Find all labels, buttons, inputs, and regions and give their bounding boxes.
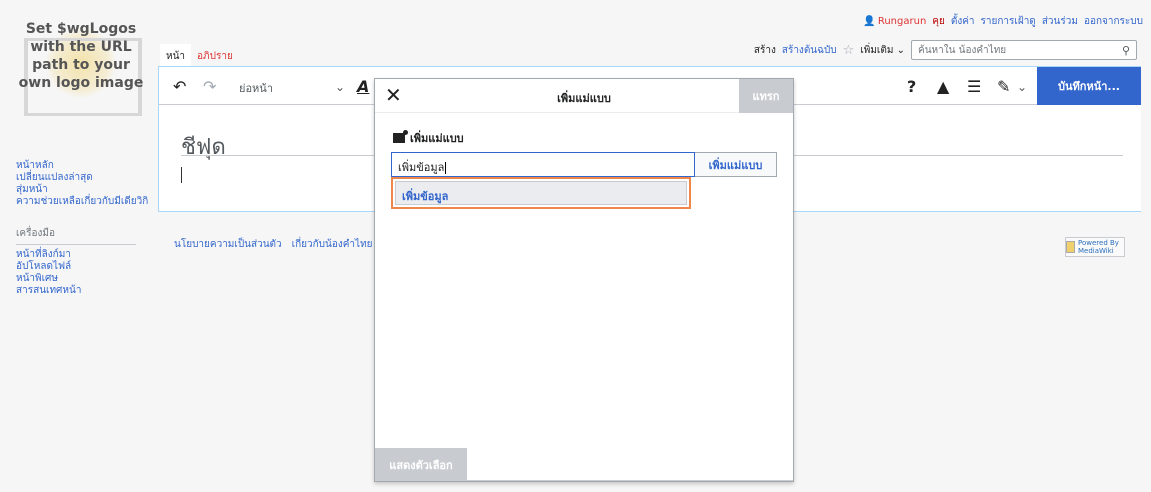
- page-title[interactable]: ชีฟุด: [181, 129, 226, 164]
- mediawiki-logo-icon: [1066, 241, 1075, 253]
- tab-create-source[interactable]: สร้างต้นฉบับ: [782, 43, 837, 58]
- search-icon[interactable]: ⚲: [1122, 44, 1130, 57]
- text-style-icon[interactable]: A: [357, 77, 369, 96]
- privacy-policy-link[interactable]: นโยบายความเป็นส่วนตัว: [174, 237, 282, 252]
- dialog-title: เพิ่มแม่แบบ: [557, 92, 611, 105]
- warning-icon[interactable]: ▲: [937, 77, 949, 96]
- footer-divider: [467, 480, 793, 481]
- editor-caret[interactable]: [181, 167, 182, 183]
- show-options-button[interactable]: แสดงตัวเลือก: [375, 448, 467, 481]
- text-caret: [445, 162, 447, 174]
- site-logo[interactable]: Set $wgLogos with the URL path to your o…: [14, 20, 148, 120]
- sidebar-item-page-info[interactable]: สารสนเทศหน้า: [16, 285, 151, 297]
- sidebar-item-upload-file[interactable]: อัปโหลดไฟล์: [16, 261, 151, 273]
- preferences-link[interactable]: ตั้งค่า: [951, 14, 975, 29]
- menu-icon[interactable]: ☰: [967, 77, 981, 96]
- talk-link[interactable]: คุย: [932, 14, 945, 29]
- search-input[interactable]: ค้นหาใน น้องคำไทย ⚲: [911, 40, 1137, 60]
- sidebar-item-help[interactable]: ความช่วยเหลือเกี่ยวกับมีเดียวิกิ: [16, 196, 151, 208]
- logout-link[interactable]: ออกจากระบบ: [1084, 14, 1143, 29]
- sidebar-item-random-page[interactable]: สุ่มหน้า: [16, 184, 151, 196]
- help-icon[interactable]: ?: [907, 77, 916, 96]
- personal-tools: 👤 Rungarun คุย ตั้งค่า รายการเฝ้าดู ส่วน…: [863, 14, 1143, 29]
- watchlist-link[interactable]: รายการเฝ้าดู: [981, 14, 1036, 29]
- logo-placeholder-text: Set $wgLogos with the URL path to your o…: [18, 21, 144, 91]
- undo-icon[interactable]: ↶: [173, 77, 186, 96]
- powered-by-mediawiki-badge[interactable]: Powered By MediaWiki: [1065, 237, 1125, 257]
- sidebar: หน้าหลัก เปลี่ยนแปลงล่าสุด สุ่มหน้า ความ…: [16, 160, 151, 297]
- contributions-link[interactable]: ส่วนร่วม: [1042, 14, 1078, 29]
- user-link[interactable]: 👤 Rungarun: [863, 16, 926, 27]
- add-template-dialog: ✕ เพิ่มแม่แบบ แทรก เพิ่มแม่แบบ เพิ่มข้อม…: [374, 78, 794, 482]
- add-template-button[interactable]: เพิ่มแม่แบบ: [695, 152, 777, 177]
- chevron-down-icon[interactable]: ⌄: [1017, 80, 1027, 94]
- sidebar-tools-heading: เครื่องมือ: [16, 226, 136, 245]
- paragraph-format-dropdown[interactable]: ย่อหน้า: [239, 79, 273, 97]
- sidebar-item-what-links-here[interactable]: หน้าที่ลิงก์มา: [16, 249, 151, 261]
- more-menu[interactable]: เพิ่มเติม ⌄: [860, 43, 905, 58]
- footer-links: นโยบายความเป็นส่วนตัว เกี่ยวกับน้องคำไทย: [174, 237, 373, 252]
- redo-icon[interactable]: ↷: [203, 77, 216, 96]
- tab-create[interactable]: สร้าง: [754, 43, 776, 58]
- search-placeholder: ค้นหาใน น้องคำไทย: [918, 44, 1007, 56]
- template-search-input[interactable]: เพิ่มข้อมูล: [391, 152, 695, 177]
- edit-pencil-icon[interactable]: ✎: [997, 77, 1010, 96]
- sidebar-item-special-pages[interactable]: หน้าพิเศษ: [16, 273, 151, 285]
- sidebar-item-main-page[interactable]: หน้าหลัก: [16, 160, 151, 172]
- dialog-subtitle: เพิ่มแม่แบบ: [393, 129, 464, 147]
- view-tabs: สร้าง สร้างต้นฉบับ ☆ เพิ่มเติม ⌄ ค้นหาใน…: [754, 40, 1137, 60]
- puzzle-piece-icon: [393, 130, 408, 143]
- user-icon: 👤: [863, 16, 876, 27]
- about-link[interactable]: เกี่ยวกับน้องคำไทย: [292, 237, 373, 252]
- star-icon[interactable]: ☆: [843, 43, 855, 58]
- chevron-down-icon[interactable]: ⌄: [335, 80, 345, 94]
- dialog-header: ✕ เพิ่มแม่แบบ แทรก: [375, 79, 793, 113]
- insert-button[interactable]: แทรก: [739, 79, 793, 113]
- sidebar-item-recent-changes[interactable]: เปลี่ยนแปลงล่าสุด: [16, 172, 151, 184]
- suggestion-dropdown: เพิ่มข้อมูล: [391, 177, 691, 209]
- suggestion-item[interactable]: เพิ่มข้อมูล: [395, 181, 687, 205]
- save-page-button[interactable]: บันทึกหน้า...: [1037, 67, 1141, 105]
- chevron-down-icon: ⌄: [896, 44, 905, 56]
